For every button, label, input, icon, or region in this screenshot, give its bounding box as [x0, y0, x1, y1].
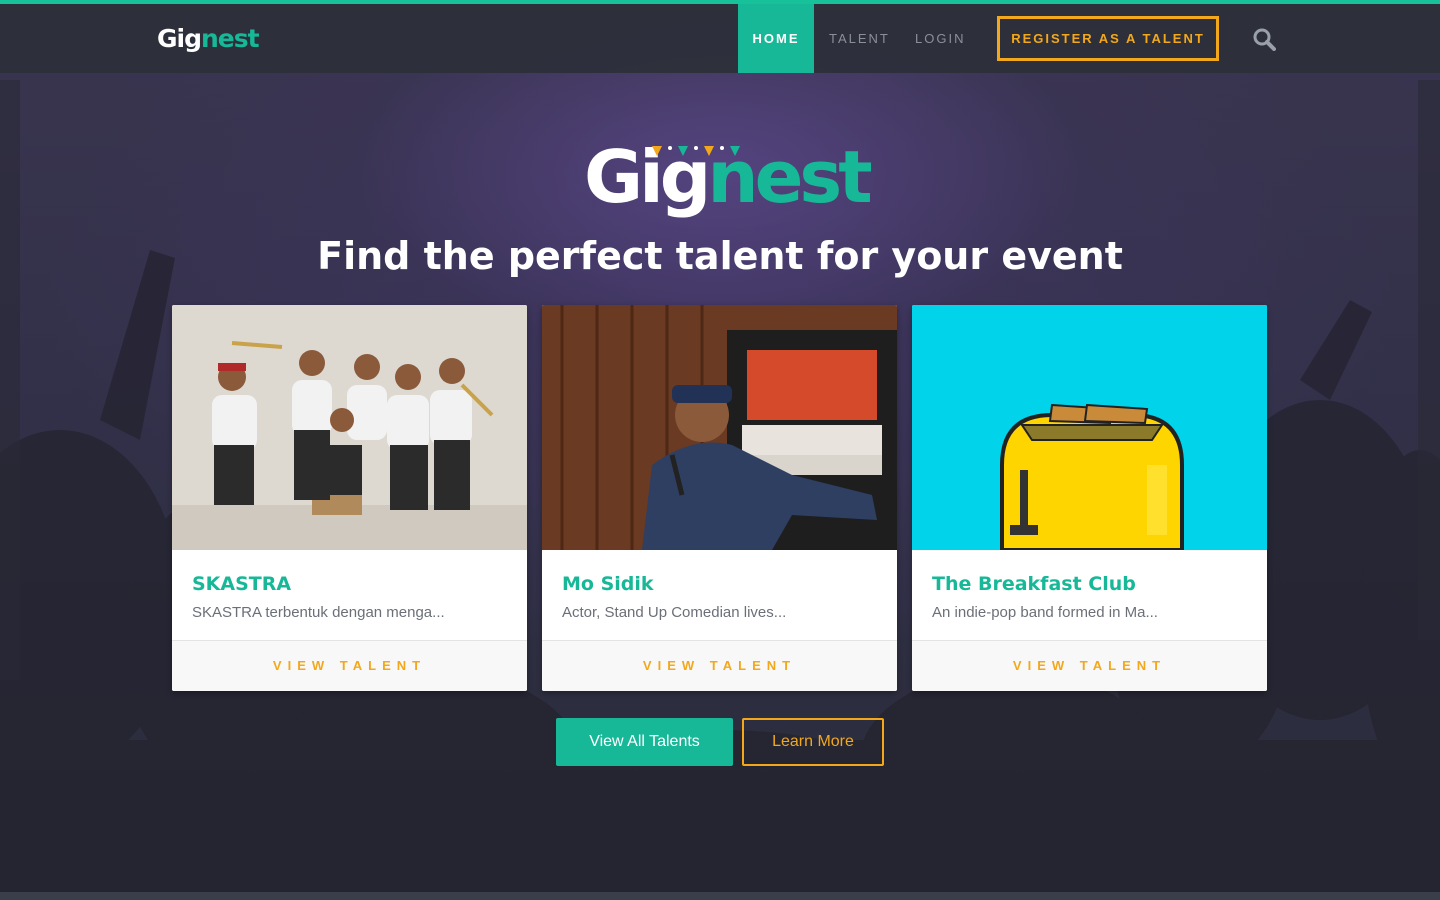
- talent-card: Mo Sidik Actor, Stand Up Comedian lives.…: [542, 305, 897, 691]
- pixel-toaster: [912, 305, 1267, 550]
- search-icon[interactable]: [1252, 27, 1276, 51]
- navbar: Gignest HOME TALENT LOGIN REGISTER AS A …: [0, 0, 1440, 73]
- hero-title: Find the perfect talent for your event: [317, 234, 1123, 278]
- view-talent-button[interactable]: VIEW TALENT: [542, 640, 897, 691]
- view-all-talents-button[interactable]: View All Talents: [556, 718, 733, 766]
- talent-card-description: Actor, Stand Up Comedian lives...: [562, 604, 787, 621]
- comedian-photo: [542, 305, 897, 550]
- nav-talent-link[interactable]: TALENT: [829, 4, 888, 73]
- register-talent-button[interactable]: REGISTER AS A TALENT: [997, 16, 1219, 61]
- talent-card-image[interactable]: [912, 305, 1267, 550]
- logo-text-nest: nest: [201, 24, 260, 53]
- navbar-accent-line: [0, 0, 1440, 4]
- bunting-decoration: [652, 146, 740, 156]
- talent-card: SKASTRA SKASTRA terbentuk dengan menga..…: [172, 305, 527, 691]
- talent-card-title[interactable]: SKASTRA: [192, 571, 507, 597]
- talent-card-title[interactable]: The Breakfast Club: [932, 571, 1247, 597]
- band-photo: [172, 305, 527, 550]
- footer-strip: [0, 892, 1440, 900]
- learn-more-button[interactable]: Learn More: [742, 718, 884, 766]
- view-talent-button[interactable]: VIEW TALENT: [172, 640, 527, 691]
- talent-card: The Breakfast Club An indie-pop band for…: [912, 305, 1267, 691]
- nav-logo[interactable]: Gignest: [157, 22, 260, 56]
- nav-home-link[interactable]: HOME: [738, 4, 814, 73]
- talent-card-title[interactable]: Mo Sidik: [562, 571, 877, 597]
- logo-text-gig: Gig: [157, 24, 202, 53]
- talent-card-description: An indie-pop band formed in Ma...: [932, 604, 1158, 621]
- view-talent-button[interactable]: VIEW TALENT: [912, 640, 1267, 691]
- talent-card-image[interactable]: [542, 305, 897, 550]
- talent-card-image[interactable]: [172, 305, 527, 550]
- nav-login-link[interactable]: LOGIN: [915, 4, 963, 73]
- talent-card-description: SKASTRA terbentuk dengan menga...: [192, 604, 445, 621]
